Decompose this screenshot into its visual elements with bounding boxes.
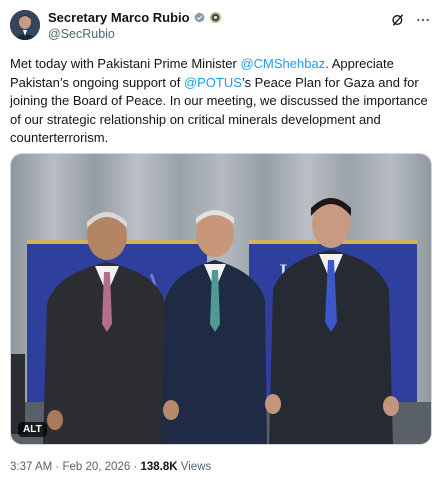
name-row: Secretary Marco Rubio bbox=[48, 10, 222, 25]
display-name[interactable]: Secretary Marco Rubio bbox=[48, 10, 190, 25]
alt-text-badge[interactable]: ALT bbox=[18, 422, 47, 437]
mention-link[interactable]: @CMShehbaz bbox=[240, 56, 325, 71]
verified-badge-icon bbox=[194, 12, 205, 23]
tweet-meta: 3:37 AM · Feb 20, 2026 · 138.8K Views bbox=[10, 461, 211, 473]
tweet-text: Met today with Pakistani Prime Minister … bbox=[10, 55, 432, 148]
photo-image: I bbox=[11, 154, 431, 444]
tweet-text-part: Met today with Pakistani Prime Minister bbox=[10, 56, 241, 71]
avatar[interactable] bbox=[10, 10, 40, 40]
views-count[interactable]: 138.8K bbox=[140, 461, 177, 473]
post-date[interactable]: Feb 20, 2026 bbox=[62, 461, 130, 473]
mention-link[interactable]: @POTUS bbox=[184, 75, 242, 90]
views-label: Views bbox=[180, 461, 212, 473]
tweet-header: Secretary Marco Rubio @SecRubio bbox=[10, 8, 431, 44]
separator: · bbox=[55, 461, 60, 473]
grok-icon[interactable] bbox=[390, 12, 406, 28]
post-time[interactable]: 3:37 AM bbox=[10, 461, 52, 473]
government-seal-icon bbox=[209, 12, 221, 23]
header-actions bbox=[390, 12, 431, 28]
handle[interactable]: @SecRubio bbox=[48, 27, 115, 41]
more-icon[interactable] bbox=[415, 12, 431, 28]
separator: · bbox=[133, 461, 138, 473]
tweet-photo[interactable]: I ALT bbox=[10, 153, 432, 445]
